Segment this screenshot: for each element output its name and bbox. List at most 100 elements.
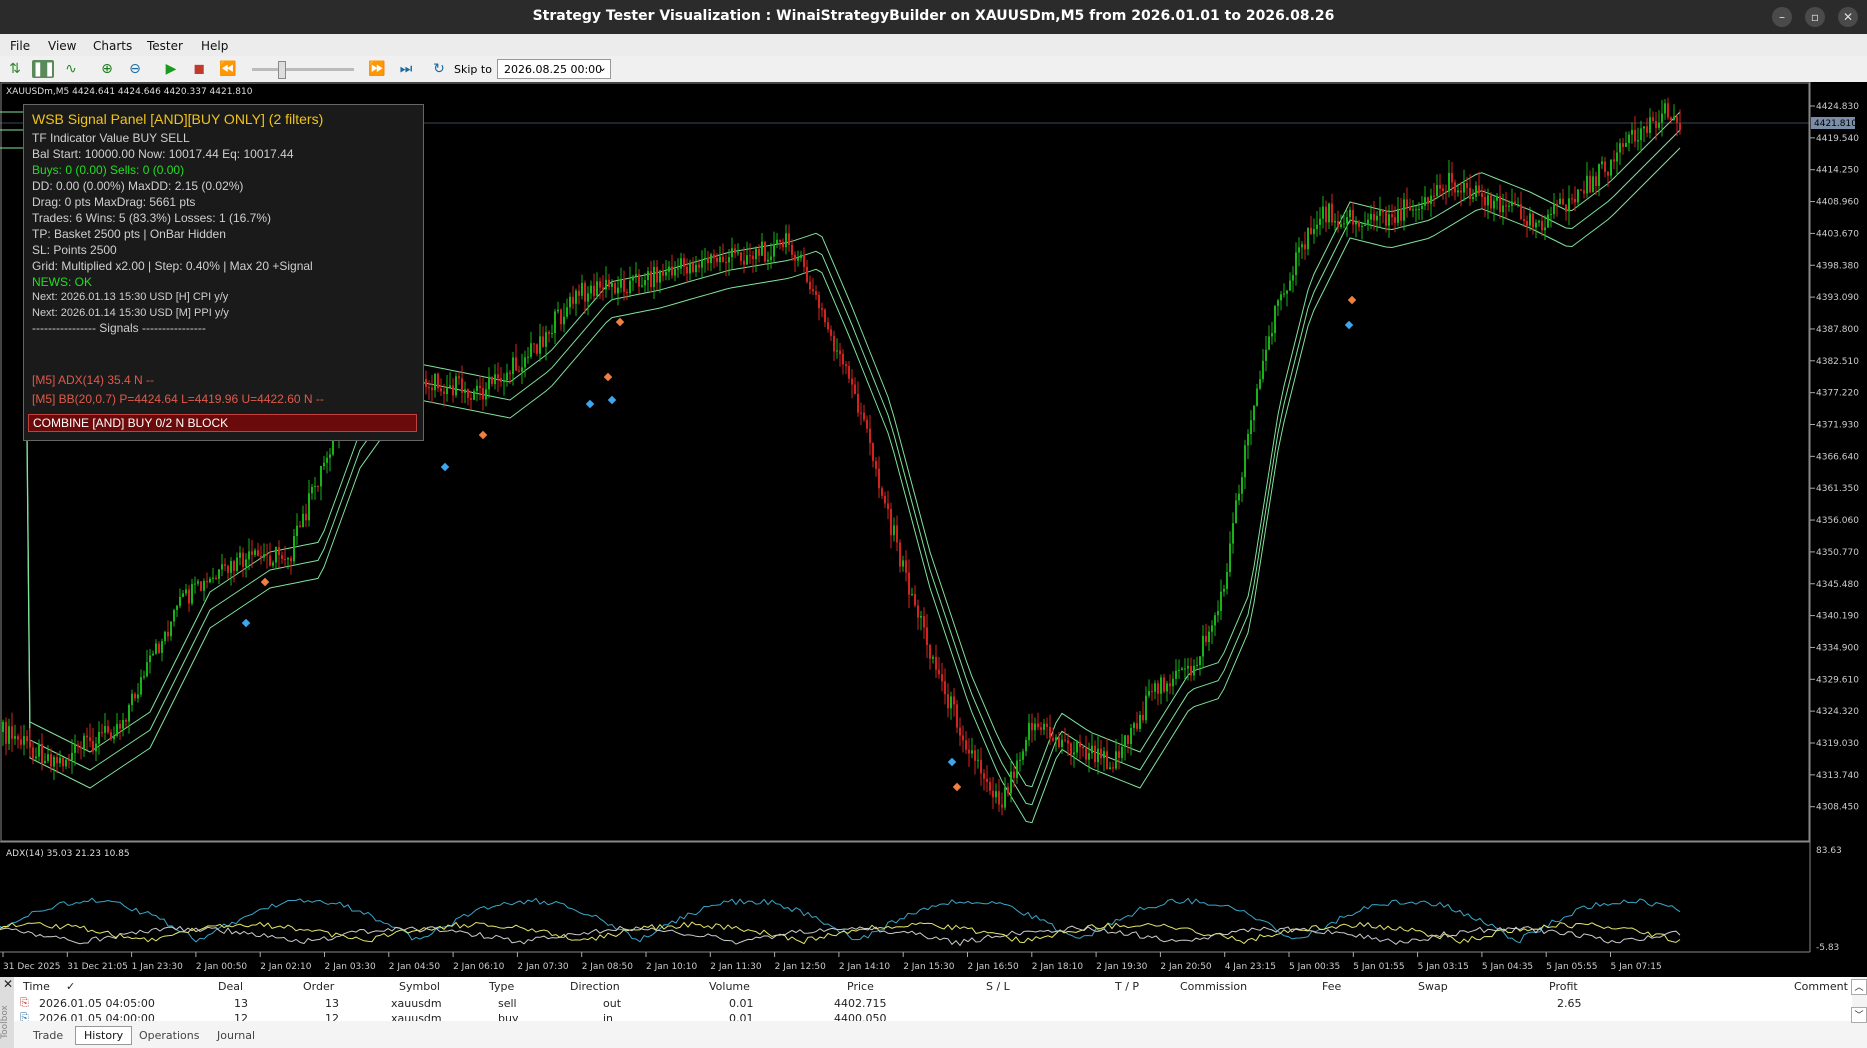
close-button[interactable]: ✕	[1838, 7, 1858, 27]
skip-end-icon[interactable]: ⏭	[397, 60, 415, 78]
tab-history[interactable]: History	[75, 1026, 133, 1045]
candle-body	[242, 552, 244, 567]
col-price[interactable]: Price	[847, 980, 874, 993]
col-tp[interactable]: T / P	[1115, 980, 1139, 993]
menu-charts[interactable]: Charts	[93, 39, 132, 53]
candle-body	[1193, 665, 1195, 676]
candle-body	[1112, 767, 1114, 769]
candle-body	[1661, 113, 1663, 123]
tab-operations[interactable]: Operations	[139, 1029, 199, 1042]
stop-icon[interactable]: ◼	[190, 60, 208, 78]
menu-file[interactable]: File	[10, 39, 30, 53]
table-row[interactable]: ⎘ 2026.01.05 04:05:00 13 13 xauusdm sell…	[14, 994, 1852, 1011]
candle-body	[1124, 735, 1126, 747]
candle-body	[173, 609, 175, 622]
candle-body	[14, 736, 16, 739]
candle-body	[497, 374, 499, 379]
candle-body	[1547, 214, 1549, 228]
candle-body	[1274, 305, 1276, 334]
tab-trade[interactable]: Trade	[33, 1029, 63, 1042]
price-tick-label: 4366.640	[1816, 452, 1859, 462]
zoom-in-icon[interactable]: ⊕	[98, 60, 116, 78]
candle-body	[515, 357, 517, 371]
candle-body	[473, 391, 475, 400]
col-profit[interactable]: Profit	[1549, 980, 1578, 993]
row-time: 2026.01.05 04:00:00	[39, 1012, 155, 1021]
col-volume[interactable]: Volume	[709, 980, 750, 993]
candle-body	[1292, 275, 1294, 281]
menu-view[interactable]: View	[48, 39, 76, 53]
window-titlebar: Strategy Tester Visualization : WinaiStr…	[0, 0, 1867, 34]
table-row[interactable]: ⎘ 2026.01.05 04:00:00 12 12 xauusdm buy …	[14, 1011, 1852, 1021]
candle-body	[164, 631, 166, 642]
candle-body	[1250, 420, 1252, 434]
candle-body	[512, 357, 514, 375]
current-price-label: 4421.810	[1814, 119, 1857, 129]
menu-tester[interactable]: Tester	[147, 39, 183, 53]
candle-body	[1319, 218, 1321, 225]
col-type[interactable]: Type	[489, 980, 514, 993]
chart-type-icon[interactable]: ⇅	[6, 60, 24, 78]
col-symbol[interactable]: Symbol	[399, 980, 440, 993]
col-sl[interactable]: S / L	[986, 980, 1010, 993]
candle-body	[1541, 220, 1543, 231]
close-icon[interactable]: ✕	[3, 977, 13, 991]
maximize-button[interactable]: ▫	[1805, 7, 1825, 27]
time-tick-label: 2 Jan 12:50	[775, 962, 827, 972]
candle-body	[1580, 189, 1582, 191]
candle-body	[1148, 691, 1150, 696]
candle-body	[890, 509, 892, 536]
candle-body	[1262, 360, 1264, 380]
speed-slider-track[interactable]	[252, 68, 354, 71]
trade-signal-marker	[947, 757, 957, 767]
play-icon[interactable]: ▶	[162, 60, 180, 78]
line-chart-icon[interactable]: ∿	[62, 60, 80, 78]
col-order[interactable]: Order	[303, 980, 334, 993]
candle-body	[452, 385, 454, 396]
candle-body	[611, 282, 613, 287]
candle-body	[1601, 161, 1603, 165]
candle-body	[1238, 493, 1240, 501]
zoom-out-icon[interactable]: ⊖	[126, 60, 144, 78]
col-deal[interactable]: Deal	[218, 980, 243, 993]
candle-body	[1514, 201, 1516, 205]
candle-body	[1343, 223, 1345, 225]
candle-body	[209, 578, 211, 583]
candle-body	[437, 373, 439, 389]
row-deal: 12	[234, 1012, 248, 1021]
candle-body	[1451, 172, 1453, 183]
rewind-icon[interactable]: ⏪	[219, 60, 237, 78]
chevron-down-icon[interactable]: ⌄	[598, 61, 607, 74]
scroll-down-button[interactable]: ﹀	[1851, 1007, 1867, 1023]
candle-body	[782, 241, 784, 248]
candle-body	[1655, 120, 1657, 128]
candle-body	[119, 724, 121, 729]
pause-icon[interactable]: ❚❚	[32, 60, 55, 78]
row-direction: in	[603, 1012, 614, 1021]
candle-body	[2, 722, 4, 732]
col-fee[interactable]: Fee	[1322, 980, 1341, 993]
scroll-up-button[interactable]: ︿	[1851, 979, 1867, 995]
col-direction[interactable]: Direction	[570, 980, 620, 993]
signals-separator: ---------------- Signals ---------------…	[32, 321, 206, 335]
candle-body	[1484, 197, 1486, 206]
speed-slider-handle[interactable]	[278, 61, 286, 79]
tab-journal[interactable]: Journal	[217, 1029, 255, 1042]
skip-to-datetime[interactable]: 2026.08.25 00:00 ⌄	[497, 59, 611, 79]
candle-body	[158, 643, 160, 653]
col-comment[interactable]: Comment	[1794, 980, 1848, 993]
minimize-button[interactable]: –	[1772, 7, 1792, 27]
col-commission[interactable]: Commission	[1180, 980, 1247, 993]
candle-body	[686, 266, 688, 274]
candle-body	[1316, 224, 1318, 230]
skip-to-icon[interactable]: ↻	[430, 60, 448, 78]
candle-body	[1229, 543, 1231, 573]
candle-body	[227, 565, 229, 573]
col-swap[interactable]: Swap	[1418, 980, 1448, 993]
col-time[interactable]: Time	[23, 980, 50, 993]
menu-help[interactable]: Help	[201, 39, 228, 53]
trade-signal-marker	[615, 317, 625, 327]
candle-body	[1520, 204, 1522, 219]
trade-signal-marker	[260, 577, 270, 587]
fast-forward-icon[interactable]: ⏩	[368, 60, 386, 78]
